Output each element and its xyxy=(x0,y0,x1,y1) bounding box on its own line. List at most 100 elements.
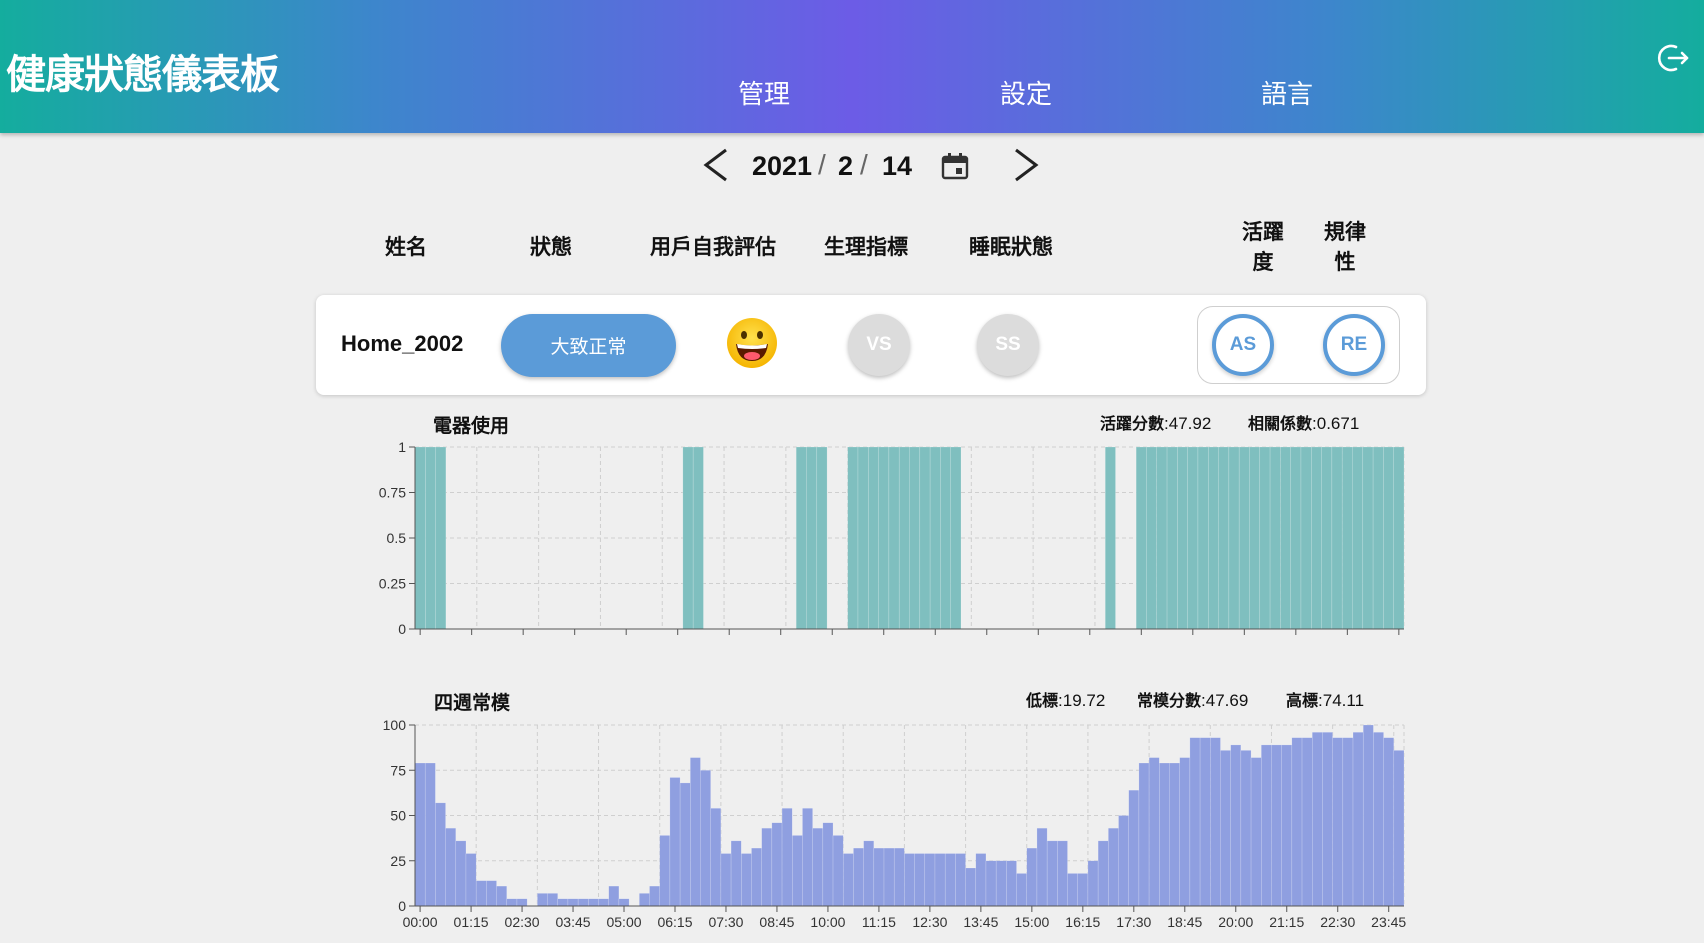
grinning-face-icon[interactable] xyxy=(726,317,778,369)
bar xyxy=(618,898,630,907)
bar xyxy=(424,762,436,907)
bar xyxy=(1261,744,1272,907)
regularity-score-button[interactable]: RE xyxy=(1323,314,1385,376)
bar xyxy=(873,847,885,907)
bar xyxy=(1383,446,1394,630)
bar xyxy=(741,853,752,907)
bar xyxy=(868,446,879,630)
bar xyxy=(710,808,722,907)
bar xyxy=(1135,446,1147,630)
bar xyxy=(435,446,447,630)
bar xyxy=(649,885,660,907)
calendar-icon[interactable] xyxy=(940,151,970,181)
status-button[interactable]: 大致正常 xyxy=(501,314,676,377)
four-week-routine-plot: 0 25 50 75 100 00:00 01:15 02:30 03:45 05:00 06:15… xyxy=(383,717,1407,930)
x-tick-label: 03:45 xyxy=(556,914,591,930)
chevron-right-icon[interactable] xyxy=(1008,141,1042,189)
bar xyxy=(965,867,977,907)
bar xyxy=(934,853,946,907)
date-year[interactable]: 2021 xyxy=(752,151,812,182)
bar xyxy=(1341,446,1353,630)
vital-signs-button[interactable]: VS xyxy=(848,314,910,376)
bar xyxy=(940,446,951,630)
bar xyxy=(700,770,711,907)
bar xyxy=(816,446,828,630)
x-tick-label: 13:45 xyxy=(963,914,998,930)
column-activity-line2: 度 xyxy=(1252,250,1274,274)
nav-settings[interactable]: 設定 xyxy=(1000,74,1052,111)
bar xyxy=(975,853,987,907)
bar xyxy=(1300,446,1312,630)
bar xyxy=(1179,757,1191,907)
bar xyxy=(909,446,921,630)
logout-icon[interactable] xyxy=(1656,41,1690,75)
bar xyxy=(496,885,508,907)
bar xyxy=(1290,446,1302,630)
activity-score-button[interactable]: AS xyxy=(1212,314,1274,376)
user-name[interactable]: Home_2002 xyxy=(341,331,463,357)
column-self-evaluation: 用戶自我評估 xyxy=(650,235,776,259)
date-day[interactable]: 14 xyxy=(882,151,912,182)
column-sleep-status: 睡眠狀態 xyxy=(969,235,1053,259)
bar xyxy=(682,446,694,630)
bar xyxy=(1373,731,1384,907)
bar xyxy=(919,446,931,630)
x-tick-label: 00:00 xyxy=(403,914,438,930)
bar xyxy=(1250,757,1262,907)
chevron-left-icon[interactable] xyxy=(700,141,734,189)
score-group: AS RE xyxy=(1197,306,1400,384)
column-status: 狀態 xyxy=(530,235,572,259)
nav-manage[interactable]: 管理 xyxy=(738,74,790,111)
bar xyxy=(730,840,742,907)
bar xyxy=(588,898,599,907)
bar xyxy=(1128,789,1140,907)
bar xyxy=(985,860,997,907)
bar xyxy=(847,446,859,630)
sleep-status-button[interactable]: SS xyxy=(977,314,1039,376)
bar xyxy=(924,853,936,907)
bar xyxy=(822,822,834,907)
bar xyxy=(914,853,926,907)
bar xyxy=(692,446,704,630)
date-separator: / xyxy=(818,149,826,180)
bar xyxy=(1281,744,1293,907)
bar xyxy=(1156,446,1168,630)
bar xyxy=(1352,731,1364,907)
bar xyxy=(888,446,900,630)
nav-language[interactable]: 語言 xyxy=(1261,74,1313,111)
bar xyxy=(669,777,681,907)
y-tick-label: 0.5 xyxy=(387,530,407,546)
bar xyxy=(1280,446,1291,630)
bar xyxy=(1372,446,1384,630)
x-tick-label: 07:30 xyxy=(708,914,743,930)
bar xyxy=(547,893,558,907)
x-tick-label: 20:00 xyxy=(1218,914,1253,930)
column-regularity-line1: 規律 xyxy=(1324,220,1366,244)
bar xyxy=(1269,446,1281,630)
bar xyxy=(506,898,518,907)
bar xyxy=(1189,737,1201,907)
app-title: 健康狀態儀表板 xyxy=(6,52,280,98)
bar xyxy=(659,835,671,907)
bar xyxy=(1166,446,1178,630)
date-separator: / xyxy=(860,149,868,180)
bar xyxy=(944,853,956,907)
bar xyxy=(425,446,436,630)
appliance-usage-chart: 電器使用 活躍分數:47.92 相關係數:0.671 0 0.25 0.5 0.75 1 xyxy=(0,405,1704,645)
bar xyxy=(1321,446,1333,630)
bar xyxy=(1208,446,1219,630)
bar xyxy=(1393,750,1405,907)
bar xyxy=(1362,446,1374,630)
bar xyxy=(812,827,824,907)
bar xyxy=(690,757,701,907)
bar xyxy=(414,446,426,630)
bar xyxy=(1332,737,1344,907)
user-row-card[interactable]: Home_2002 大致正常 VS SS AS RE xyxy=(316,295,1426,395)
bar xyxy=(1342,737,1354,907)
bar xyxy=(950,446,962,630)
bar xyxy=(878,446,890,630)
y-tick-label: 0.25 xyxy=(379,576,406,592)
x-tick-label: 12:30 xyxy=(912,914,947,930)
bar xyxy=(995,860,1007,907)
date-month[interactable]: 2 xyxy=(838,151,853,182)
